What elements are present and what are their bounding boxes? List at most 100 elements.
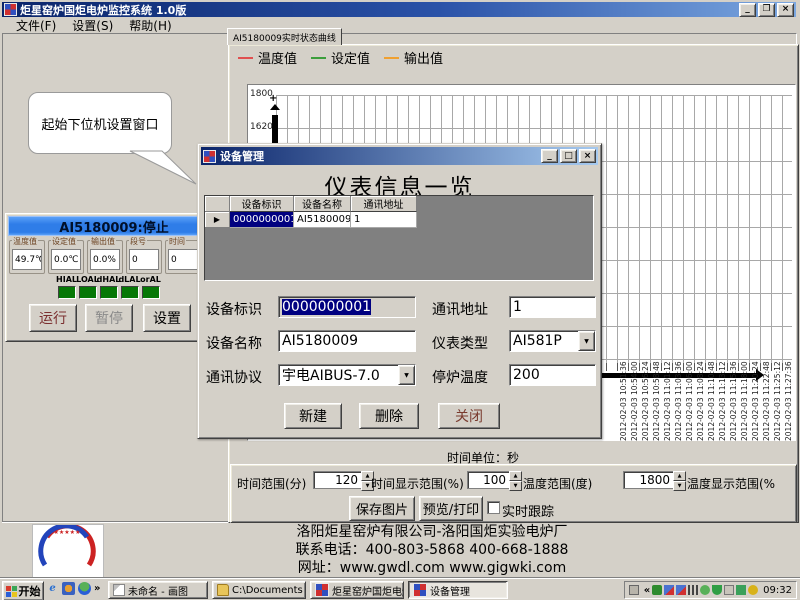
row-selector-arrow-icon[interactable]: ▶ (205, 212, 230, 228)
x-axis-tick: 2012-02-03 11:08:24 (696, 377, 707, 441)
time-display-value[interactable]: 100 (467, 471, 509, 489)
signal-strength-icon[interactable] (688, 585, 698, 595)
temp-display-label: 温度显示范围(% (687, 475, 775, 492)
preview-print-button[interactable]: 预览/打印 (419, 496, 483, 521)
task-label: 炬星窑炉国炬电炉监... (332, 583, 404, 598)
device-field-value: 49.7℃ (12, 249, 42, 270)
x-axis-tick: 2012-02-03 11:18:00 (740, 377, 751, 441)
taskbar-task-explorer[interactable]: C:\Documents and Se... (212, 581, 306, 599)
alarm-indicator: dHAL (98, 275, 119, 299)
protocol-combobox[interactable]: 宇电AIBUS-7.0 ▼ (278, 364, 416, 386)
device-buttons: 运行 暂停 设置 (6, 304, 222, 334)
run-button[interactable]: 运行 (29, 304, 77, 332)
device-name-field[interactable]: AI5180009 (278, 330, 416, 352)
power-meter-icon[interactable] (724, 585, 734, 595)
alarm-label: dHAL (97, 275, 121, 284)
taskbar-clock[interactable]: 09:32 (763, 585, 792, 596)
dialog-titlebar[interactable]: 设备管理 _ □ × (201, 147, 598, 165)
footer-text: 洛阳炬星窑炉有限公司-洛阳国炬实验电炉厂 联系电话：400-803-5868 4… (102, 523, 762, 577)
dropdown-arrow-icon[interactable]: ▼ (398, 365, 415, 385)
table-cell-device-name[interactable]: AI5180009 (294, 212, 351, 228)
new-button[interactable]: 新建 (284, 403, 342, 429)
paint-icon (113, 584, 125, 596)
status-green-icon[interactable] (700, 585, 710, 595)
menu-item[interactable]: 文件(F) (10, 17, 62, 34)
main-titlebar[interactable]: 炬星窑炉国炬电炉监控系统 1.0版 _ ❐ × (2, 2, 796, 17)
messenger-icon[interactable] (78, 582, 91, 595)
network-offline-icon[interactable] (664, 585, 674, 595)
footer: ★★★★★ 洛阳炬星窑炉有限公司-洛阳国炬实验电炉厂 联系电话：400-803-… (2, 521, 796, 578)
ie-icon[interactable]: e (46, 582, 59, 595)
pause-button[interactable]: 暂停 (85, 304, 133, 332)
close-dialog-button[interactable]: 关闭 (438, 403, 500, 429)
task-label: 设备管理 (430, 583, 470, 598)
time-range-value[interactable]: 120 (313, 471, 361, 489)
temp-range-value[interactable]: 1800 (623, 471, 673, 489)
taskbar: 开始 e » 未命名 - 画图 C:\Documents and Se... 炬… (0, 578, 800, 600)
update-icon[interactable] (748, 585, 758, 595)
chevron-left-icon[interactable]: « (644, 585, 650, 596)
menu-item[interactable]: 设置(S) (66, 17, 119, 34)
x-axis-tick: 2012-02-03 11:03:36 (674, 377, 685, 441)
x-axis-tick-label: 2012-02-03 11:15:36 (729, 361, 738, 441)
antivirus-icon[interactable] (652, 585, 662, 595)
shield-icon[interactable] (712, 585, 722, 595)
device-id-field[interactable]: 0000000001 (278, 296, 416, 318)
media-player-icon[interactable] (62, 582, 75, 595)
x-axis-tick: 2012-02-03 10:56:24 (641, 377, 652, 441)
device-field-label: 时间 (168, 236, 186, 247)
chart-legend: 温度值 设定值 输出值 (238, 48, 443, 67)
meter-type-combobox[interactable]: AI581P ▼ (509, 330, 596, 352)
x-axis-tick-label: 2012-02-03 11:25:12 (773, 361, 782, 441)
setup-button[interactable]: 设置 (143, 304, 191, 332)
realtime-track-checkbox[interactable] (487, 501, 500, 514)
printer-icon[interactable] (629, 585, 639, 595)
dialog-maximize-button[interactable]: □ (560, 149, 577, 163)
taskbar-task-device-management[interactable]: 设备管理 (408, 581, 508, 599)
table-cell-comm-addr[interactable]: 1 (351, 212, 417, 228)
menu-item[interactable]: 帮助(H) (123, 17, 177, 34)
x-axis-tick: 2012-02-03 11:10:48 (707, 377, 718, 441)
chevron-right-icon[interactable]: » (94, 583, 100, 594)
minimize-button[interactable]: _ (739, 3, 756, 17)
tab-label: AI5180009实时状态曲线 (233, 31, 336, 44)
meter-type-label: 仪表类型 (432, 333, 488, 353)
folder-icon (217, 584, 229, 596)
column-header[interactable]: 设备标识 (230, 196, 294, 212)
table-cell-device-id[interactable]: 0000000001 (230, 212, 294, 228)
time-display-spinner[interactable]: 100 ▲▼ (467, 471, 522, 491)
column-header[interactable]: 通讯地址 (351, 196, 417, 212)
device-field-value: 0.0% (90, 249, 120, 270)
zoom-plus-icon[interactable]: + (269, 93, 277, 104)
spin-up-icon[interactable]: ▲ (509, 471, 522, 481)
alarm-led-icon (79, 286, 97, 299)
comm-addr-field[interactable]: 1 (509, 296, 596, 318)
taskbar-task-paint[interactable]: 未命名 - 画图 (108, 581, 208, 599)
tab-realtime-curve[interactable]: AI5180009实时状态曲线 (227, 28, 342, 45)
taskbar-task-monitor-app[interactable]: 炬星窑炉国炬电炉监... (310, 581, 404, 599)
spin-down-icon[interactable]: ▼ (673, 481, 686, 491)
spin-down-icon[interactable]: ▼ (509, 481, 522, 491)
network-offline2-icon[interactable] (676, 585, 686, 595)
save-image-button[interactable]: 保存图片 (349, 496, 415, 521)
x-axis-tick-label: 2012-02-03 10:58:48 (652, 361, 661, 441)
dropdown-arrow-icon[interactable]: ▼ (578, 331, 595, 351)
alarm-label: dLAL (118, 275, 140, 284)
setpoint-line-icon (311, 57, 326, 59)
x-axis-tick-label: 2012-02-03 11:22:48 (762, 361, 771, 441)
table-row[interactable]: ▶ 0000000001 AI5180009 1 (205, 212, 417, 228)
dialog-minimize-button[interactable]: _ (541, 149, 558, 163)
restore-button[interactable]: ❐ (758, 3, 775, 17)
time-display-label: 时间显示范围(%) (371, 475, 464, 492)
delete-button[interactable]: 删除 (359, 403, 419, 429)
spin-up-icon[interactable]: ▲ (673, 471, 686, 481)
column-header[interactable]: 设备名称 (294, 196, 351, 212)
start-button[interactable]: 开始 (2, 581, 44, 600)
time-range-spinner[interactable]: 120 ▲▼ (313, 471, 374, 491)
scroll-up-arrow-icon[interactable] (270, 104, 280, 110)
mail-icon[interactable] (736, 585, 746, 595)
dialog-close-button[interactable]: × (579, 149, 596, 163)
temp-range-spinner[interactable]: 1800 ▲▼ (623, 471, 686, 491)
stop-temp-field[interactable]: 200 (509, 364, 596, 386)
close-button[interactable]: × (777, 3, 794, 17)
